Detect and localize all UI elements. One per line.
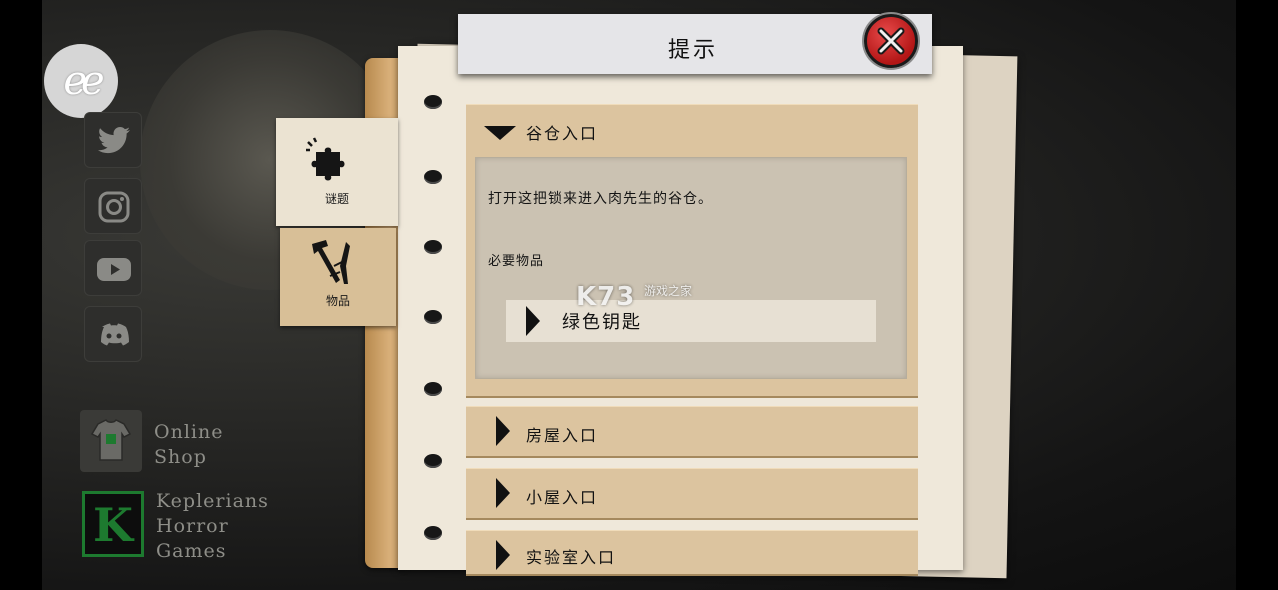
binder-hole [424,240,442,254]
close-icon [877,27,905,55]
ee-logo-button[interactable]: ee [44,44,118,118]
watermark-subtitle: 游戏之家 [644,284,693,298]
keplerians-line-1: Keplerians [156,490,269,512]
keplerians-line-2: Horror [156,515,229,537]
section-header-label: 实验室入口 [526,548,617,567]
required-items-label: 必要物品 [488,254,545,269]
shop-line-1: Online [154,421,224,443]
section-cabin-entrance[interactable]: 小屋入口 [466,468,918,518]
keplerians-logo-button[interactable]: K [82,491,144,557]
keplerians-logo-letter: K [93,498,133,552]
shop-line-2: Shop [154,446,207,468]
social-column: ee Online Shop K Keplerians Horror Games [44,44,274,590]
keplerians-label[interactable]: Keplerians Horror Games [156,489,269,564]
twitter-button[interactable] [84,112,142,168]
tab-items-label: 物品 [325,294,350,308]
youtube-icon [97,258,131,281]
instagram-button[interactable] [84,178,142,234]
expand-arrow-icon [496,540,510,570]
twitter-icon [97,127,130,154]
tab-puzzles[interactable]: 谜题 [276,118,398,226]
online-shop-label[interactable]: Online Shop [154,420,223,470]
hints-header: 提示 [458,14,932,74]
collapse-arrow-icon[interactable] [484,126,516,140]
binder-hole [424,310,442,324]
watermark-logo: K73 [576,282,636,312]
expand-arrow-icon [526,306,540,336]
discord-icon [101,323,129,346]
section-header-label: 房屋入口 [526,426,599,445]
hint-description: 打开这把锁来进入肉先生的谷仓。 [488,191,713,207]
left-letterbox [0,0,42,590]
discord-button[interactable] [84,306,142,362]
close-button[interactable] [864,14,918,68]
binder-hole [424,382,442,396]
tab-puzzles-label: 谜题 [324,192,349,206]
online-shop-button[interactable] [80,410,142,472]
tshirt-icon [90,419,132,461]
section-header-label: 小屋入口 [526,488,599,507]
binder-hole [424,526,442,540]
tools-icon [312,240,350,284]
expand-arrow-icon [496,478,510,508]
puzzle-icon [306,137,345,181]
youtube-button[interactable] [84,240,142,296]
required-item-row[interactable]: 绿色钥匙 [506,300,876,342]
binder-hole [424,170,442,184]
tab-items[interactable]: 物品 [280,228,396,326]
keplerians-line-3: Games [156,540,227,562]
right-letterbox [1236,0,1278,590]
binder-hole [424,454,442,468]
section-header-label[interactable]: 谷仓入口 [526,120,598,144]
instagram-icon [98,191,130,223]
hint-content-box: 打开这把锁来进入肉先生的谷仓。 必要物品 绿色钥匙 [475,157,907,379]
expand-arrow-icon [496,416,510,446]
page-title: 提示 [667,38,718,63]
section-house-entrance[interactable]: 房屋入口 [466,406,918,456]
binder-hole [424,95,442,109]
section-lab-entrance[interactable]: 实验室入口 [466,530,918,574]
